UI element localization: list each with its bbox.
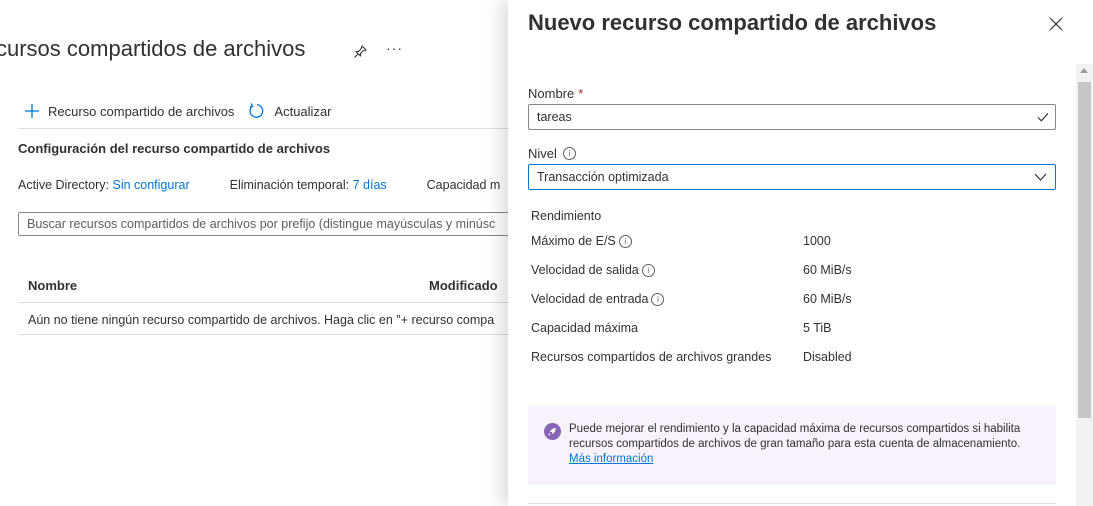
info-notice: Puede mejorar el rendimiento y la capaci… bbox=[528, 406, 1056, 485]
perf-value-max-io: 1000 bbox=[803, 234, 831, 248]
table-empty-message: Aún no tiene ningún recurso compartido d… bbox=[28, 313, 495, 327]
tier-field-label: Nivel i bbox=[528, 146, 576, 161]
tier-selected-value: Transacción optimizada bbox=[537, 170, 669, 184]
panel-title: Nuevo recurso compartido de archivos bbox=[528, 10, 937, 35]
capacity-setting: Capacidad m bbox=[426, 178, 501, 192]
soft-delete-value-link[interactable]: 7 días bbox=[353, 178, 387, 192]
scrollbar-thumb[interactable] bbox=[1078, 82, 1091, 418]
pin-icon[interactable] bbox=[352, 44, 368, 60]
table-row-divider bbox=[18, 334, 528, 335]
perf-label-text: Velocidad de entrada bbox=[531, 292, 649, 306]
chevron-down-icon bbox=[1034, 173, 1047, 181]
plus-icon bbox=[25, 104, 39, 118]
perf-value-ingress: 60 MiB/s bbox=[803, 292, 852, 306]
panel-footer-divider bbox=[528, 503, 1056, 504]
check-icon bbox=[1037, 113, 1049, 122]
column-header-name[interactable]: Nombre bbox=[28, 278, 77, 293]
search-input[interactable]: Buscar recursos compartidos de archivos … bbox=[18, 212, 528, 236]
perf-value-large-shares: Disabled bbox=[803, 350, 852, 364]
name-label-text: Nombre bbox=[528, 86, 575, 101]
scroll-up-arrow-icon[interactable] bbox=[1080, 68, 1088, 73]
add-file-share-label: Recurso compartido de archivos bbox=[48, 103, 235, 119]
new-file-share-panel: Nuevo recurso compartido de archivos Nom… bbox=[508, 0, 1093, 506]
ad-value-link[interactable]: Sin configurar bbox=[112, 178, 189, 192]
perf-value-max-capacity: 5 TiB bbox=[803, 321, 832, 335]
command-bar: Recurso compartido de archivos Actualiza… bbox=[24, 100, 332, 122]
config-section-title: Configuración del recurso compartido de … bbox=[18, 141, 331, 156]
table-header-divider bbox=[18, 302, 528, 303]
perf-label-large-shares: Recursos compartidos de archivos grandes bbox=[531, 350, 772, 364]
info-icon[interactable]: i bbox=[651, 292, 665, 306]
info-icon[interactable]: i bbox=[641, 263, 655, 277]
column-header-modified[interactable]: Modificado bbox=[429, 278, 498, 293]
add-file-share-button[interactable]: Recurso compartido de archivos bbox=[24, 103, 234, 119]
perf-label-text: Velocidad de salida bbox=[531, 263, 639, 277]
perf-label-max-io: Máximo de E/S i bbox=[531, 234, 632, 248]
active-directory-setting: Active Directory: Sin configurar bbox=[18, 178, 190, 192]
perf-label-text: Máximo de E/S bbox=[531, 234, 616, 248]
info-icon[interactable]: i bbox=[562, 147, 576, 160]
name-field-label: Nombre * bbox=[528, 86, 583, 101]
rocket-icon bbox=[544, 423, 561, 440]
close-icon[interactable] bbox=[1048, 16, 1064, 32]
soft-delete-label: Eliminación temporal: bbox=[229, 178, 350, 192]
notice-text: Puede mejorar el rendimiento y la capaci… bbox=[569, 423, 1021, 450]
ad-label: Active Directory: bbox=[18, 178, 109, 192]
panel-scrollbar[interactable] bbox=[1076, 64, 1093, 506]
perf-label-ingress: Velocidad de entrada i bbox=[531, 292, 665, 306]
more-options-icon[interactable]: ··· bbox=[386, 40, 403, 56]
refresh-icon bbox=[249, 103, 264, 118]
tier-dropdown[interactable]: Transacción optimizada bbox=[528, 164, 1056, 190]
soft-delete-setting: Eliminación temporal: 7 días bbox=[230, 178, 387, 192]
name-input-value: tareas bbox=[537, 110, 572, 124]
tier-label-text: Nivel bbox=[528, 146, 557, 161]
required-marker: * bbox=[578, 86, 584, 101]
page-title: cursos compartidos de archivos bbox=[0, 36, 306, 61]
learn-more-link[interactable]: Más información bbox=[569, 453, 653, 465]
perf-label-max-capacity: Capacidad máxima bbox=[531, 321, 638, 335]
perf-label-egress: Velocidad de salida i bbox=[531, 263, 655, 277]
config-row: Active Directory: Sin configurar Elimina… bbox=[18, 178, 540, 192]
performance-title: Rendimiento bbox=[531, 209, 602, 223]
refresh-label: Actualizar bbox=[274, 103, 332, 119]
perf-value-egress: 60 MiB/s bbox=[803, 263, 852, 277]
name-input[interactable]: tareas bbox=[528, 104, 1056, 130]
toolbar-divider bbox=[18, 128, 528, 129]
refresh-button[interactable]: Actualizar bbox=[248, 102, 332, 120]
info-icon[interactable]: i bbox=[618, 234, 632, 248]
